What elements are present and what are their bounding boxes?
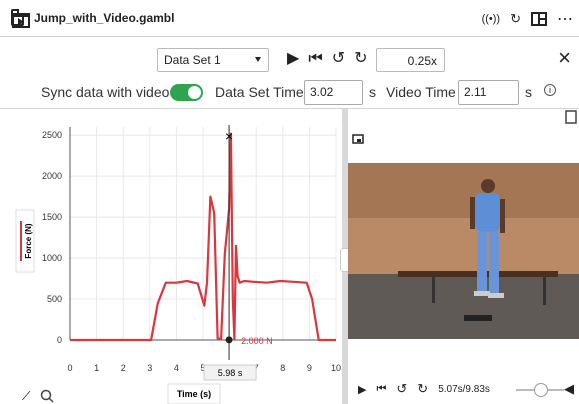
zoom-icon-handle (48, 397, 54, 403)
video-time-readout: 5.07s/9.83s (438, 383, 490, 395)
x-tick-label: 1 (94, 363, 99, 373)
skip-to-start-icon[interactable]: ⏮ (308, 49, 322, 69)
y-axis-label: Force (N) (24, 223, 33, 258)
video-time-label: Video Time (386, 84, 456, 100)
y-tick-label: 0 (57, 335, 62, 345)
scrubber-thumb[interactable] (533, 383, 548, 397)
sync-label: Sync data with video (41, 84, 170, 100)
video-controls: ▶ ⏮ ↺ ↻ 5.07s/9.83s (358, 381, 490, 397)
data-set-time-field[interactable]: 3.02 (304, 80, 363, 105)
x-axis-label: Time (s) (177, 389, 211, 399)
volume-icon[interactable]: ◀ (564, 381, 574, 397)
video-replay-icon[interactable]: ↻ (417, 381, 428, 397)
y-tick-label: 2500 (42, 130, 62, 140)
x-tick-label: 8 (280, 363, 285, 373)
y-tick-label: 1500 (42, 212, 62, 222)
graph-icon: ⟋ (22, 389, 31, 403)
x-tick-label: 4 (174, 363, 179, 373)
data-set-dropdown[interactable]: Data Set 1 (157, 48, 269, 72)
y-tick-label: 1000 (42, 253, 62, 263)
video-skip-start-icon[interactable]: ⏮ (376, 383, 386, 396)
window-title: Jump_with_Video.gambl (34, 11, 175, 25)
video-play-icon[interactable]: ▶ (358, 383, 366, 396)
layout-icon[interactable] (531, 12, 547, 26)
x-tick-label: 3 (147, 363, 152, 373)
video-area (348, 110, 579, 339)
sync-icon[interactable]: ↻ (510, 11, 521, 27)
point-value-label: 2.000 N (241, 336, 273, 346)
data-set-time-unit: s (369, 84, 376, 100)
close-icon[interactable]: × (558, 46, 571, 70)
video-panel-icon[interactable] (12, 13, 30, 28)
x-tick-label: 9 (307, 363, 312, 373)
data-set-value: Data Set 1 (164, 53, 221, 67)
x-tick-label: 10 (331, 363, 341, 373)
cursor-close-icon: × (225, 128, 233, 144)
video-time-field[interactable]: 2.11 (458, 80, 519, 105)
sync-toggle[interactable] (170, 84, 203, 101)
play-icon[interactable]: ▶ (287, 49, 299, 69)
video-rewind-icon[interactable]: ↺ (396, 381, 407, 397)
replay-icon[interactable]: ↻ (354, 49, 367, 69)
x-tick-label: 2 (121, 363, 126, 373)
more-icon[interactable]: ⋯ (557, 9, 573, 29)
connection-icon[interactable]: ((•)) (482, 13, 501, 25)
y-tick-label: 2000 (42, 171, 62, 181)
playback-speed-field[interactable]: 0.25x (376, 48, 445, 72)
video-scrubber[interactable] (516, 383, 564, 397)
video-panel: ▶ ⏮ ↺ ↻ 5.07s/9.83s ◀ (348, 109, 579, 404)
video-time-unit: s (525, 84, 532, 100)
title-bar: Jump_with_Video.gambl ((•)) ↻ ⋯ (0, 0, 579, 37)
cursor-time-label: 5.98 s (218, 368, 243, 378)
graph-panel[interactable]: 05001000150020002500012345678910Force (N… (0, 109, 342, 404)
data-set-time-label: Data Set Time (215, 84, 304, 100)
y-tick-label: 500 (47, 294, 62, 304)
data-point-marker (225, 336, 233, 344)
x-tick-label: 0 (67, 363, 72, 373)
video-frame (348, 163, 579, 339)
rewind-icon[interactable]: ↺ (332, 49, 345, 69)
transport-controls: ▶ ⏮ ↺ ↻ (287, 49, 368, 69)
info-icon[interactable]: i (544, 84, 556, 96)
title-controls: ((•)) ↻ ⋯ (482, 9, 573, 29)
chevron-down-icon (255, 57, 261, 62)
trash-icon (565, 110, 577, 124)
force-chart[interactable]: 05001000150020002500012345678910Force (N… (0, 109, 342, 404)
